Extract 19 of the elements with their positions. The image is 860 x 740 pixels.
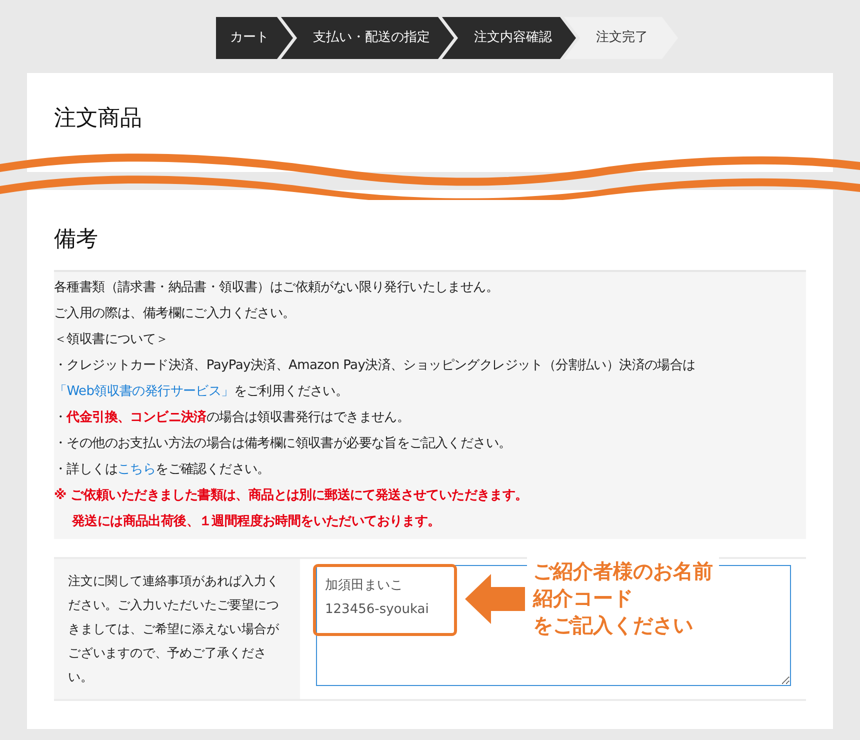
notice-text: ・その他のお支払い方法の場合は備考欄に領収書が必要な旨をご記入ください。 xyxy=(54,435,512,453)
section-title: 備考 xyxy=(54,226,99,254)
notice-text: ※ ご依頼いただきました書類は、商品とは別に郵送にて発送させていただきます。 xyxy=(54,486,529,505)
progress-step: 注文内容確認 xyxy=(442,17,576,59)
notice-text: ・代金引換、コンビニ決済の場合は領収書発行はできません。 xyxy=(54,408,411,427)
notice-text: ・クレジットカード決済、PayPay決済、Amazon Pay決済、ショッピングクレジット（分割払い）決済の場合は xyxy=(54,357,696,375)
annotation-line: ご紹介者様のお名前 xyxy=(533,558,713,585)
notice-text: ・詳しくはこちら をご確認ください。 xyxy=(54,461,271,479)
annotation-line: 紹介コード xyxy=(533,585,634,612)
section-title: 注文商品 xyxy=(54,105,143,133)
notice-text: ＜領収書について＞ xyxy=(54,331,170,349)
notice-text: 発送には商品出荷後、１週間程度お時間をいただいております。 xyxy=(70,512,442,531)
progress-step: 注文完了 xyxy=(564,17,678,59)
notice-text: ご入用の際は、備考欄にご入力ください。 xyxy=(54,305,296,323)
notice-text: 各種書類（請求書・納品書・領収書）はご依頼がない限り発行いたしません。 xyxy=(54,279,500,297)
notice-text: 「Web領収書の発行サービス」をご利用ください。 xyxy=(54,383,350,401)
field-label: 注文に関して連絡事項があれば入力ください。ご入力いただいたご要望につきましては、ご希望に添えない場合がございますので、予めご了承ください。 xyxy=(54,559,300,699)
annotation-line: をご記入ください xyxy=(533,612,694,639)
progress-step: 支払い・配送の指定 xyxy=(281,17,454,59)
